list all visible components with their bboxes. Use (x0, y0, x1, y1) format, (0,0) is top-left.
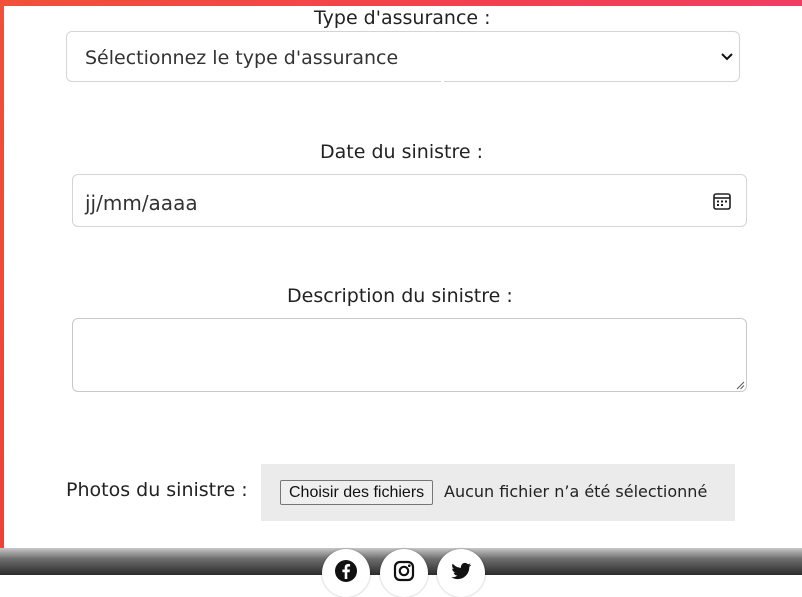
twitter-icon (451, 562, 472, 580)
file-status-text: Aucun fichier n’a été sélectionné (444, 482, 708, 501)
insurance-type-select[interactable]: Sélectionnez le type d'assurance (66, 31, 740, 82)
claim-date-label: Date du sinistre : (320, 141, 483, 163)
choose-files-button[interactable]: Choisir des fichiers (280, 480, 434, 505)
facebook-icon (335, 560, 357, 582)
calendar-icon[interactable] (712, 191, 732, 211)
claim-date-placeholder: jj/mm/aaaa (85, 191, 198, 215)
top-accent-bar (0, 0, 802, 6)
description-label: Description du sinistre : (287, 285, 513, 307)
photos-label: Photos du sinistre : (66, 479, 248, 501)
left-accent-bar (0, 0, 4, 575)
chevron-down-icon (721, 53, 733, 61)
instagram-link[interactable] (380, 549, 428, 597)
instagram-icon (393, 560, 415, 582)
description-textarea[interactable] (72, 318, 747, 392)
claim-date-input[interactable]: jj/mm/aaaa (72, 174, 747, 227)
insurance-type-selected-value: Sélectionnez le type d'assurance (85, 47, 399, 69)
insurance-type-label: Type d'assurance : (314, 7, 491, 29)
facebook-link[interactable] (322, 549, 370, 597)
resize-grip-icon[interactable] (736, 381, 745, 390)
twitter-link[interactable] (437, 549, 485, 597)
photos-file-input: Choisir des fichiers Aucun fichier n’a é… (261, 464, 735, 521)
